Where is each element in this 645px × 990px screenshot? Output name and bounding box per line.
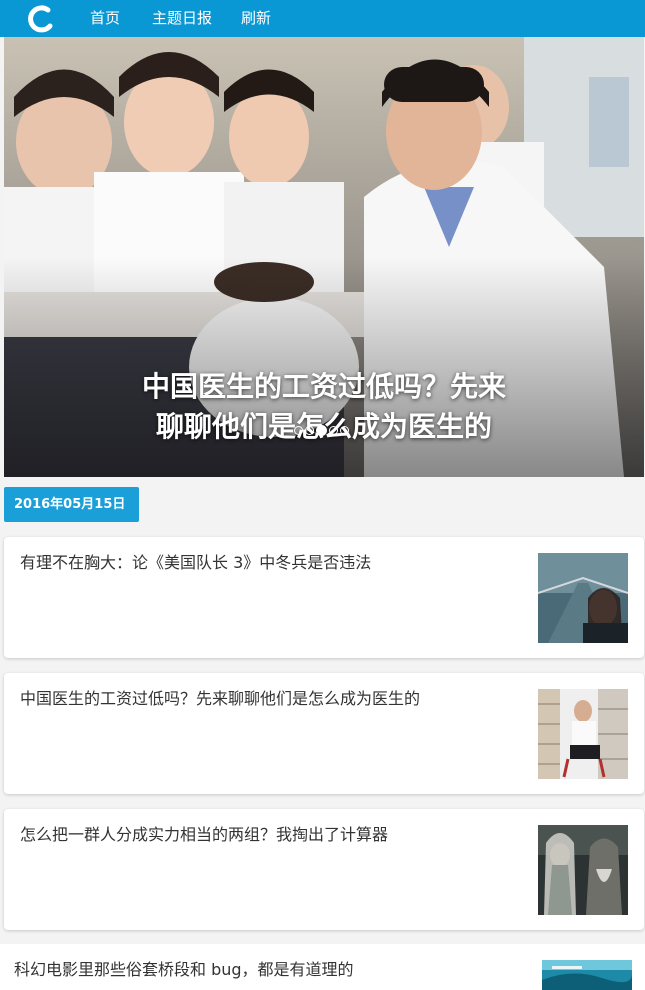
carousel-dot[interactable]: [340, 426, 349, 435]
story-card[interactable]: 中国医生的工资过低吗？先来聊聊他们是怎么成为医生的: [4, 673, 644, 794]
story-thumbnail: [542, 960, 632, 990]
carousel-dot[interactable]: [329, 426, 338, 435]
nav-refresh-link[interactable]: 刷新: [241, 0, 271, 37]
story-title: 有理不在胸大：论《美国队长 3》中冬兵是否违法: [20, 553, 372, 572]
circle-arc-logo-icon[interactable]: [26, 4, 56, 34]
story-thumbnail: [538, 825, 628, 915]
carousel-dot[interactable]: [294, 426, 303, 435]
story-card[interactable]: 怎么把一群人分成实力相当的两组？我掏出了计算器: [4, 809, 644, 930]
story-card[interactable]: 科幻电影里那些俗套桥段和 bug，都是有道理的: [0, 944, 645, 990]
story-title: 科幻电影里那些俗套桥段和 bug，都是有道理的: [14, 960, 354, 979]
hero-carousel[interactable]: 中国医生的工资过低吗？先来 聊聊他们是怎么成为医生的: [4, 37, 644, 477]
carousel-indicator: [294, 425, 349, 436]
story-title: 中国医生的工资过低吗？先来聊聊他们是怎么成为医生的: [20, 689, 421, 708]
carousel-dot[interactable]: [305, 426, 314, 435]
story-thumbnail: [538, 553, 628, 643]
nav-home-link[interactable]: 首页: [90, 0, 120, 37]
carousel-dot-active[interactable]: [316, 425, 327, 436]
top-nav-bar: 首页 主题日报 刷新: [0, 0, 645, 37]
hero-headline-line-1: 中国医生的工资过低吗？先来: [141, 370, 506, 403]
story-title: 怎么把一群人分成实力相当的两组？我掏出了计算器: [20, 825, 389, 844]
story-card[interactable]: 有理不在胸大：论《美国队长 3》中冬兵是否违法: [4, 537, 644, 658]
date-badge: 2016年05月15日: [4, 487, 139, 522]
nav-theme-daily-link[interactable]: 主题日报: [152, 0, 212, 37]
story-thumbnail: [538, 689, 628, 779]
